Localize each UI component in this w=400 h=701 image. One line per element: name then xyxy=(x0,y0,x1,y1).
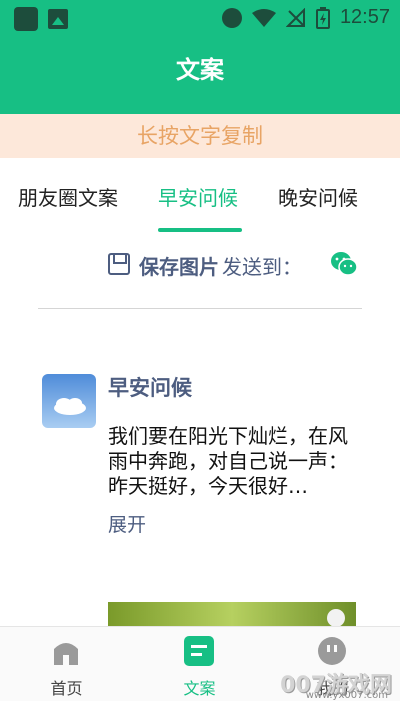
save-image-button[interactable]: 保存图片 xyxy=(139,251,219,280)
smiley-icon xyxy=(318,637,346,665)
copy-doc-icon xyxy=(184,636,214,666)
divider xyxy=(38,308,362,309)
nav-copy[interactable]: 文案 xyxy=(133,627,266,701)
wechat-icon[interactable] xyxy=(330,250,358,278)
nav-home-label: 首页 xyxy=(50,679,83,698)
status-time: 12:57 xyxy=(339,6,390,28)
app-header: 12:57 文案 xyxy=(0,0,400,114)
tab-good-night[interactable]: 晚安问候 xyxy=(278,182,358,211)
nav-copy-label: 文案 xyxy=(183,679,216,698)
no-signal-icon xyxy=(285,7,305,27)
nav-home[interactable]: 首页 xyxy=(0,627,133,701)
card-title: 早安问候 xyxy=(108,376,192,400)
bottom-nav: 首页 文案 我的 007游戏网 www.yx007.com xyxy=(0,626,400,701)
copy-hint-banner: 长按文字复制 xyxy=(0,114,400,158)
active-tab-indicator xyxy=(158,228,242,232)
notification-icon xyxy=(14,7,38,31)
home-icon xyxy=(54,643,78,665)
card-avatar xyxy=(42,374,96,428)
tab-moments-copy[interactable]: 朋友圈文案 xyxy=(18,182,118,211)
send-to-label: 发送到： xyxy=(222,255,302,279)
tab-good-morning[interactable]: 早安问候 xyxy=(158,182,238,211)
page-title: 文案 xyxy=(176,56,224,84)
image-notification-icon xyxy=(48,9,68,29)
card-body-text[interactable]: 我们要在阳光下灿烂，在风雨中奔跑，对自己说一声：昨天挺好，今天很好… xyxy=(108,424,358,499)
save-icon[interactable] xyxy=(108,253,130,275)
save-share-bar: 保存图片 发送到： xyxy=(0,250,400,280)
battery-icon xyxy=(315,6,330,29)
wifi-icon xyxy=(251,8,276,27)
status-bar: 12:57 xyxy=(0,0,400,36)
dnd-icon xyxy=(221,7,242,28)
expand-link[interactable]: 展开 xyxy=(108,510,146,537)
category-tabs: 朋友圈文案 早安问候 晚安问候 ​ xyxy=(0,158,400,232)
site-watermark-url: www.yx007.com xyxy=(305,690,388,701)
